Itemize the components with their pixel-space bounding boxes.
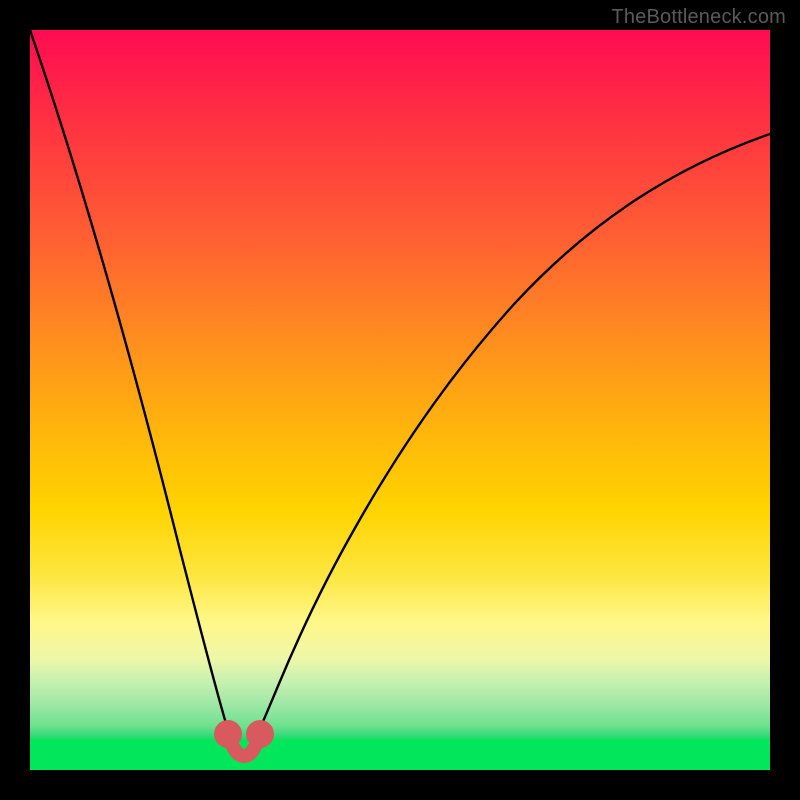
watermark-text: TheBottleneck.com <box>611 6 786 29</box>
curve-group <box>30 30 770 756</box>
chart-svg <box>30 30 770 770</box>
marker-dot-right <box>253 727 267 741</box>
bottleneck-curve <box>30 30 770 756</box>
marker-group <box>221 727 267 756</box>
chart-frame: TheBottleneck.com <box>0 0 800 800</box>
plot-area <box>30 30 770 770</box>
marker-dot-left <box>221 727 235 741</box>
